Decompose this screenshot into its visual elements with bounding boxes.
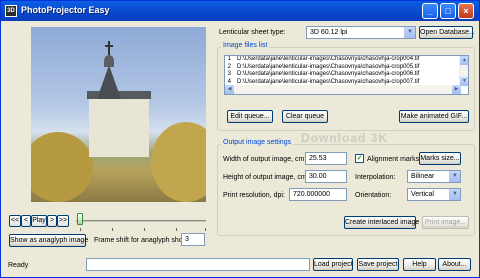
chevron-down-icon[interactable]: ▼ — [404, 27, 415, 38]
about-button[interactable]: About... — [438, 258, 471, 271]
frame-slider-track[interactable] — [76, 220, 206, 222]
list-vertical-scrollbar[interactable]: ▲ ▼ — [459, 56, 468, 86]
list-horizontal-scrollbar[interactable]: ◀ ▶ — [225, 85, 461, 94]
prev-frame-button[interactable]: < — [21, 215, 31, 227]
image-files-list[interactable]: 1 D:\Userdata\jane\lenticular-images\Chas… — [224, 55, 469, 95]
watermark-text: Download 3K — [301, 131, 389, 145]
save-project-button[interactable]: Save project — [357, 258, 399, 271]
list-item-number: 3 — [227, 71, 231, 77]
play-button[interactable]: Play — [31, 215, 47, 227]
open-database-button[interactable]: Open Database... — [419, 26, 475, 39]
orientation-label: Orientation: — [355, 192, 392, 199]
list-item-path: D:\Userdata\jane\lenticular-images\Chaso… — [237, 71, 420, 77]
chevron-down-icon[interactable]: ▼ — [449, 189, 460, 200]
sheet-type-label: Lenticular sheet type: — [219, 29, 286, 36]
load-project-button[interactable]: Load project — [313, 258, 353, 271]
title-bar[interactable]: 3D PhotoProjector Easy _ □ × — [1, 1, 479, 21]
output-settings-title: Output image settings — [221, 139, 294, 146]
app-window: 3D PhotoProjector Easy _ □ × << < Play >… — [0, 0, 480, 278]
edit-queue-button[interactable]: Edit queue... — [227, 110, 273, 123]
scroll-right-icon[interactable]: ▶ — [452, 85, 461, 94]
maximize-button[interactable]: □ — [440, 3, 456, 19]
alignment-marks-label: Alignment marks — [367, 156, 420, 163]
width-label: Width of output image, cm: — [223, 156, 307, 163]
orientation-select[interactable]: Vertical ▼ — [407, 188, 461, 201]
image-preview — [31, 27, 206, 202]
marks-size-button[interactable]: Marks size... — [419, 152, 461, 165]
sheet-type-select[interactable]: 3D 60.12 lpi ▼ — [306, 26, 416, 39]
minimize-button[interactable]: _ — [422, 3, 438, 19]
status-text: Ready — [8, 262, 29, 269]
frame-shift-input[interactable]: 3 — [181, 233, 205, 246]
close-button[interactable]: × — [458, 3, 474, 19]
scroll-left-icon[interactable]: ◀ — [225, 85, 234, 94]
frame-slider-thumb[interactable] — [77, 213, 83, 225]
list-item-path: D:\Userdata\jane\lenticular-images\Chaso… — [237, 63, 420, 70]
list-item-number: 2 — [227, 63, 231, 70]
next-frame-button[interactable]: > — [47, 215, 57, 227]
interpolation-select[interactable]: Bilinear ▼ — [407, 170, 461, 183]
list-item[interactable]: 1 D:\Userdata\jane\lenticular-images\Chas… — [225, 56, 468, 64]
scroll-down-icon[interactable]: ▼ — [460, 77, 468, 86]
create-interlaced-button[interactable]: Create interlaced image — [344, 216, 419, 229]
status-bar: Ready Load project Save project Help Abo… — [1, 257, 479, 277]
status-field — [86, 258, 310, 271]
list-item[interactable]: 2 D:\Userdata\jane\lenticular-images\Chas… — [225, 64, 468, 72]
list-item-path: D:\Userdata\jane\lenticular-images\Chaso… — [237, 56, 420, 62]
height-input[interactable]: 30.00 — [305, 170, 347, 183]
last-frame-button[interactable]: >> — [57, 215, 69, 227]
print-image-button[interactable]: Print image... — [422, 216, 469, 229]
clear-queue-button[interactable]: Clear queue — [282, 110, 328, 123]
make-gif-button[interactable]: Make animated GIF... — [399, 110, 469, 123]
resolution-input[interactable]: 720.000000 — [289, 188, 347, 201]
list-item[interactable]: 3 D:\Userdata\jane\lenticular-images\Chas… — [225, 71, 468, 79]
chevron-down-icon[interactable]: ▼ — [449, 171, 460, 182]
interpolation-label: Interpolation: — [355, 174, 396, 181]
first-frame-button[interactable]: << — [9, 215, 21, 227]
app-logo-icon: 3D — [5, 5, 17, 17]
show-anaglyph-button[interactable]: Show as anaglyph image — [9, 234, 88, 247]
scroll-up-icon[interactable]: ▲ — [460, 56, 468, 65]
frame-shift-label: Frame shift for anaglyph show: — [94, 237, 190, 244]
alignment-marks-checkbox[interactable]: ✓ — [355, 154, 364, 163]
resolution-label: Print resolution, dpi: — [223, 192, 285, 199]
list-item-number: 1 — [227, 56, 231, 62]
help-button[interactable]: Help — [403, 258, 436, 271]
image-files-title: Image files list — [221, 42, 270, 49]
window-title: PhotoProjector Easy — [21, 5, 110, 15]
height-label: Height of output image, cm: — [223, 174, 309, 181]
width-input[interactable]: 25.53 — [305, 152, 347, 165]
